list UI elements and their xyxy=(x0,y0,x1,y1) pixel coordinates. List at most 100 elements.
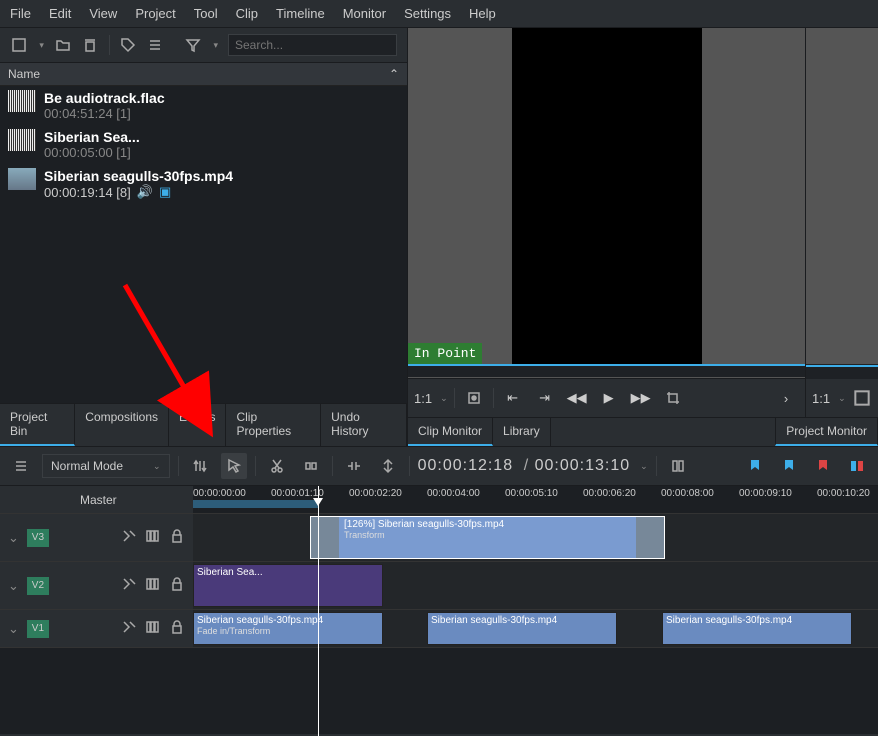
mute-icon[interactable] xyxy=(145,528,161,547)
add-dropdown-icon[interactable]: ▾ xyxy=(39,40,44,51)
overwrite-icon[interactable] xyxy=(375,453,401,479)
menu-timeline[interactable]: Timeline xyxy=(276,6,325,21)
track-label[interactable]: V3 xyxy=(27,529,49,547)
chevron-down-icon[interactable]: ⌄ xyxy=(8,530,19,546)
track-body[interactable]: [126%] Siberian seagulls-30fps.mp4Transf… xyxy=(193,514,878,561)
tab-library[interactable]: Library xyxy=(493,418,551,446)
rewind-icon[interactable]: ◀◀ xyxy=(564,385,590,411)
delete-icon[interactable] xyxy=(81,36,98,54)
track-label[interactable]: V2 xyxy=(27,577,49,595)
mixer-icon[interactable] xyxy=(665,453,691,479)
audio-icon: 🔊 xyxy=(137,184,153,200)
timeline: Master 00:00:00:0000:00:01:1000:00:02:20… xyxy=(0,486,878,734)
side-zoom-dropdown-icon[interactable]: ⌄ xyxy=(838,393,846,404)
menu-edit[interactable]: Edit xyxy=(49,6,71,21)
track-label[interactable]: V1 xyxy=(27,620,49,638)
marker-blue-icon[interactable] xyxy=(742,453,768,479)
timecode-dropdown-icon[interactable]: ⌄ xyxy=(640,461,648,472)
tool-select-icon[interactable] xyxy=(221,453,247,479)
zoom-ratio[interactable]: 1:1 xyxy=(414,391,432,406)
ruler-zone[interactable] xyxy=(193,500,318,508)
tab-compositions[interactable]: Compositions xyxy=(75,404,169,446)
marker-red-icon[interactable] xyxy=(810,453,836,479)
folder-icon[interactable] xyxy=(54,36,71,54)
spacer-icon[interactable] xyxy=(298,453,324,479)
timeline-clip[interactable]: Siberian Sea... xyxy=(193,564,383,607)
goto-end-icon[interactable]: ⇥ xyxy=(532,385,558,411)
menu-help[interactable]: Help xyxy=(469,6,496,21)
track-body[interactable]: Siberian seagulls-30fps.mp4Fade in/Trans… xyxy=(193,610,878,647)
menu-monitor[interactable]: Monitor xyxy=(343,6,386,21)
menu-view[interactable]: View xyxy=(89,6,117,21)
insert-icon[interactable] xyxy=(341,453,367,479)
ruler-tick: 00:00:00:00 xyxy=(193,488,246,499)
lock-icon[interactable] xyxy=(169,528,185,547)
marker-blue2-icon[interactable] xyxy=(776,453,802,479)
more-icon[interactable]: › xyxy=(773,385,799,411)
tab-clip-monitor[interactable]: Clip Monitor xyxy=(408,418,493,446)
menu-settings[interactable]: Settings xyxy=(404,6,451,21)
tab-undo-history[interactable]: Undo History xyxy=(321,404,407,446)
menu-tool[interactable]: Tool xyxy=(194,6,218,21)
monitor-ruler[interactable] xyxy=(408,364,805,378)
tab-project-monitor[interactable]: Project Monitor xyxy=(775,418,878,446)
timeline-clip[interactable]: Siberian seagulls-30fps.mp4 xyxy=(427,612,617,645)
master-label[interactable]: Master xyxy=(0,486,193,513)
lock-icon[interactable] xyxy=(169,576,185,595)
cut-icon[interactable] xyxy=(264,453,290,479)
add-clip-icon[interactable] xyxy=(10,36,27,54)
bin-column-header[interactable]: Name ⌃ xyxy=(0,63,407,86)
tab-clip-properties[interactable]: Clip Properties xyxy=(226,404,321,446)
bin-item[interactable]: Be audiotrack.flac 00:04:51:24 [1] xyxy=(0,86,407,125)
timeline-clip[interactable]: Siberian seagulls-30fps.mp4 xyxy=(662,612,852,645)
menu-file[interactable]: File xyxy=(10,6,31,21)
timeline-clip[interactable]: Siberian seagulls-30fps.mp4Fade in/Trans… xyxy=(193,612,383,645)
side-ruler[interactable] xyxy=(806,365,878,379)
list-icon[interactable] xyxy=(147,36,164,54)
clip-thumb-icon xyxy=(8,90,36,112)
edit-mode-select[interactable]: Normal Mode⌄ xyxy=(42,454,170,478)
side-zoom-ratio[interactable]: 1:1 xyxy=(812,391,830,406)
timeline-ruler[interactable]: 00:00:00:0000:00:01:1000:00:02:2000:00:0… xyxy=(193,486,878,513)
crop-icon[interactable] xyxy=(660,385,686,411)
menu-clip[interactable]: Clip xyxy=(236,6,258,21)
track-header[interactable]: ⌄ V3 xyxy=(0,514,193,561)
clip-title: Siberian seagulls-30fps.mp4 xyxy=(44,168,233,184)
timecode-position[interactable]: 00:00:12:18 / 00:00:13:10 xyxy=(418,457,631,475)
track-header[interactable]: ⌄ V2 xyxy=(0,562,193,609)
goto-start-icon[interactable]: ⇤ xyxy=(500,385,526,411)
marker-pair-icon[interactable] xyxy=(844,453,870,479)
tab-effects[interactable]: Effects xyxy=(169,404,226,446)
filter-icon[interactable] xyxy=(184,36,201,54)
bin-item[interactable]: Siberian seagulls-30fps.mp4 00:00:19:14 … xyxy=(0,164,407,204)
mute-icon[interactable] xyxy=(145,576,161,595)
track-body[interactable]: Siberian Sea... xyxy=(193,562,878,609)
zoom-dropdown-icon[interactable]: ⌄ xyxy=(440,393,448,404)
side-zone-icon[interactable] xyxy=(852,385,872,411)
timeline-clip[interactable]: [126%] Siberian seagulls-30fps.mp4Transf… xyxy=(310,516,665,559)
video-icon: ▣ xyxy=(159,184,171,200)
chevron-down-icon[interactable]: ⌄ xyxy=(8,578,19,594)
bin-item[interactable]: Siberian Sea... 00:00:05:00 [1] xyxy=(0,125,407,164)
sort-chevron-icon: ⌃ xyxy=(389,67,399,81)
chevron-down-icon[interactable]: ⌄ xyxy=(8,621,19,637)
fx-icon[interactable] xyxy=(121,528,137,547)
fx-icon[interactable] xyxy=(121,619,137,638)
filter-dropdown-icon[interactable]: ▾ xyxy=(213,40,218,51)
zone-in-icon[interactable] xyxy=(461,385,487,411)
tab-project-bin[interactable]: Project Bin xyxy=(0,404,75,446)
tool-a-icon[interactable] xyxy=(187,453,213,479)
tl-menu-icon[interactable] xyxy=(8,453,34,479)
lock-icon[interactable] xyxy=(169,619,185,638)
clip-monitor-view[interactable]: In Point xyxy=(408,28,805,364)
play-icon[interactable]: ▶ xyxy=(596,385,622,411)
mute-icon[interactable] xyxy=(145,619,161,638)
playhead[interactable] xyxy=(318,486,319,736)
tag-icon[interactable] xyxy=(119,36,136,54)
track-header[interactable]: ⌄ V1 xyxy=(0,610,193,647)
menu-project[interactable]: Project xyxy=(135,6,175,21)
forward-icon[interactable]: ▶▶ xyxy=(628,385,654,411)
search-input[interactable] xyxy=(228,34,397,56)
fx-icon[interactable] xyxy=(121,576,137,595)
menubar: File Edit View Project Tool Clip Timelin… xyxy=(0,0,878,28)
